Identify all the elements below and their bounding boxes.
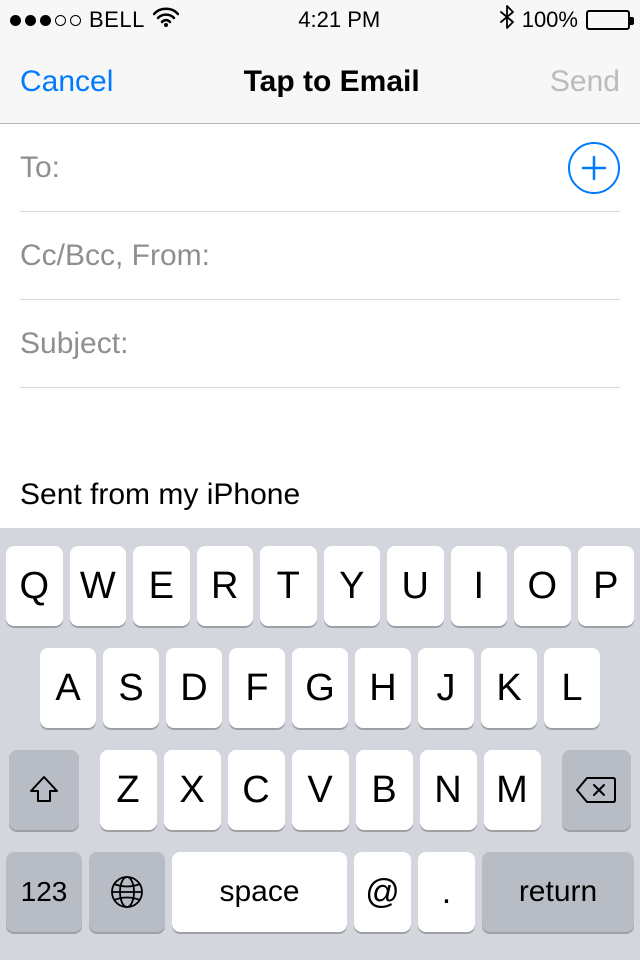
key-p[interactable]: P xyxy=(578,546,635,626)
send-button[interactable]: Send xyxy=(550,65,620,99)
key-l[interactable]: L xyxy=(544,648,600,728)
shift-icon xyxy=(27,773,61,807)
status-bar: BELL 4:21 PM 100% xyxy=(0,0,640,40)
status-right: 100% xyxy=(500,5,630,35)
key-h[interactable]: H xyxy=(355,648,411,728)
key-o[interactable]: O xyxy=(514,546,571,626)
to-label: To: xyxy=(20,151,60,185)
clock: 4:21 PM xyxy=(298,7,380,33)
key-s[interactable]: S xyxy=(103,648,159,728)
backspace-icon xyxy=(575,775,617,805)
key-v[interactable]: V xyxy=(292,750,349,830)
key-q[interactable]: Q xyxy=(6,546,63,626)
key-d[interactable]: D xyxy=(166,648,222,728)
carrier-label: BELL xyxy=(89,7,145,33)
key-e[interactable]: E xyxy=(133,546,190,626)
to-field[interactable]: To: xyxy=(20,124,620,212)
battery-icon xyxy=(586,10,630,30)
keyboard-row-1: QWERTYUIOP xyxy=(6,546,634,626)
subject-field[interactable]: Subject: xyxy=(20,300,620,388)
key-m[interactable]: M xyxy=(484,750,541,830)
key-t[interactable]: T xyxy=(260,546,317,626)
at-key[interactable]: @ xyxy=(354,852,411,932)
shift-key[interactable] xyxy=(9,750,79,830)
cc-label: Cc/Bcc, From: xyxy=(20,239,210,273)
message-body[interactable]: Sent from my iPhone xyxy=(20,388,620,512)
cell-signal-icon xyxy=(10,15,81,26)
page-title: Tap to Email xyxy=(244,65,420,99)
key-a[interactable]: A xyxy=(40,648,96,728)
space-key[interactable]: space xyxy=(172,852,347,932)
bluetooth-icon xyxy=(500,5,514,35)
key-x[interactable]: X xyxy=(164,750,221,830)
navbar: Cancel Tap to Email Send xyxy=(0,40,640,124)
key-c[interactable]: C xyxy=(228,750,285,830)
key-w[interactable]: W xyxy=(70,546,127,626)
compose-form: To: Cc/Bcc, From: Subject: Sent from my … xyxy=(0,124,640,512)
status-left: BELL xyxy=(10,7,179,33)
dot-key[interactable]: . xyxy=(418,852,475,932)
key-y[interactable]: Y xyxy=(324,546,381,626)
plus-icon xyxy=(580,154,608,182)
keyboard-row-4: 123 space @ . return xyxy=(6,852,634,932)
key-k[interactable]: K xyxy=(481,648,537,728)
return-key[interactable]: return xyxy=(482,852,634,932)
globe-icon xyxy=(109,874,145,910)
keyboard-row-2: ASDFGHJKL xyxy=(6,648,634,728)
cancel-button[interactable]: Cancel xyxy=(20,65,113,99)
signature-text: Sent from my iPhone xyxy=(20,478,300,511)
backspace-key[interactable] xyxy=(562,750,632,830)
key-j[interactable]: J xyxy=(418,648,474,728)
subject-label: Subject: xyxy=(20,327,128,361)
key-n[interactable]: N xyxy=(420,750,477,830)
keyboard: QWERTYUIOP ASDFGHJKL ZXCVBNM 123 xyxy=(0,528,640,960)
key-b[interactable]: B xyxy=(356,750,413,830)
globe-key[interactable] xyxy=(89,852,165,932)
key-r[interactable]: R xyxy=(197,546,254,626)
keyboard-row-3: ZXCVBNM xyxy=(6,750,634,830)
key-i[interactable]: I xyxy=(451,546,508,626)
cc-bcc-from-field[interactable]: Cc/Bcc, From: xyxy=(20,212,620,300)
key-f[interactable]: F xyxy=(229,648,285,728)
add-contact-button[interactable] xyxy=(568,142,620,194)
key-g[interactable]: G xyxy=(292,648,348,728)
battery-percent: 100% xyxy=(522,7,578,33)
wifi-icon xyxy=(153,7,179,33)
numbers-key[interactable]: 123 xyxy=(6,852,82,932)
key-z[interactable]: Z xyxy=(100,750,157,830)
key-u[interactable]: U xyxy=(387,546,444,626)
